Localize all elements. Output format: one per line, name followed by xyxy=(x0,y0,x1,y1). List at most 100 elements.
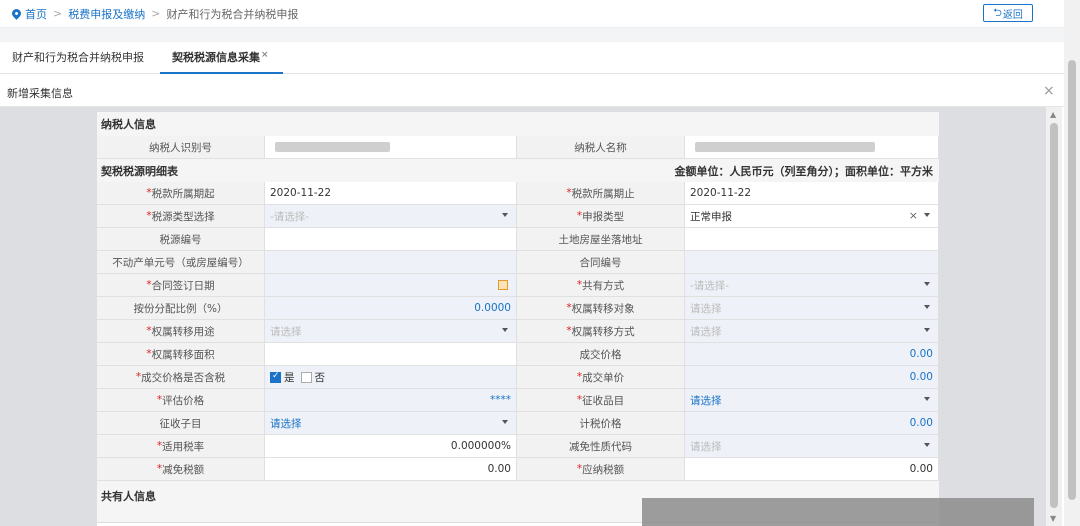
collection-form: 纳税人信息 纳税人识别号 纳税人名称 契税税源明细表 金额单位：人民币元（列至角… xyxy=(97,112,939,526)
ratio-input[interactable]: 0.0000 xyxy=(265,297,517,320)
transfer-obj-label: * 权属转移对象 xyxy=(517,297,685,320)
relief-code-select[interactable]: 请选择 xyxy=(685,435,939,458)
section-detail: 契税税源明细表 金额单位：人民币元（列至角分）；面积单位：平方米 xyxy=(97,159,939,183)
area-input[interactable] xyxy=(265,343,517,366)
breadcrumb: 首页 > 税费申报及缴纳 > 财产和行为税合并纳税申报 xyxy=(10,6,299,22)
unit-no-label: 不动产单元号（或房屋编号） xyxy=(97,251,265,274)
subitem-select[interactable]: 请选择 xyxy=(265,412,517,435)
scrollbar-thumb[interactable] xyxy=(1050,123,1058,508)
deal-price-input[interactable]: 0.00 xyxy=(685,343,939,366)
usage-select[interactable]: 请选择 xyxy=(265,320,517,343)
usage-label: * 权属转移用途 xyxy=(97,320,265,343)
relief-amt-field: 0.00 xyxy=(265,458,517,481)
payable-field: 0.00 xyxy=(685,458,939,481)
no-checkbox[interactable] xyxy=(300,371,312,383)
dialog-scrollbar[interactable]: ▲ ▼ xyxy=(1046,107,1062,526)
top-bar: 首页 > 税费申报及缴纳 > 财产和行为税合并纳税申报 xyxy=(0,0,1064,28)
decl-type-select[interactable]: 正常申报 × xyxy=(685,205,939,228)
form-row: * 权属转移用途 请选择 * 权属转移方式 请选择 xyxy=(97,320,939,343)
dropdown-arrow-icon xyxy=(502,420,508,424)
location-pin-icon xyxy=(10,7,23,20)
relief-code-label: 减免性质代码 xyxy=(517,435,685,458)
unit-price-input[interactable]: 0.00 xyxy=(685,366,939,389)
transfer-way-select[interactable]: 请选择 xyxy=(685,320,939,343)
taxpayer-name-label: 纳税人名称 xyxy=(517,136,685,159)
dialog-close-icon[interactable]: × xyxy=(1043,83,1055,99)
taxbase-label: 计税价格 xyxy=(517,412,685,435)
eval-input[interactable]: **** xyxy=(265,389,517,412)
form-row: 税源编号 土地房屋坐落地址 xyxy=(97,228,939,251)
form-row: 纳税人识别号 纳税人名称 xyxy=(97,136,939,159)
dropdown-arrow-icon xyxy=(502,213,508,217)
rate-field: 0.000000% xyxy=(265,435,517,458)
item-select[interactable]: 请选择 xyxy=(685,389,939,412)
breadcrumb-current: 财产和行为税合并纳税申报 xyxy=(166,7,299,21)
form-row: * 税款所属期起 2020-11-22 * 税款所属期止 2020-11-22 xyxy=(97,182,939,205)
header-gap xyxy=(0,28,1064,42)
dialog-header: 新增采集信息 × xyxy=(0,75,1064,107)
page-scrollbar[interactable] xyxy=(1064,0,1080,526)
form-row: * 评估价格 **** * 征收品目 请选择 xyxy=(97,389,939,412)
sign-date-input[interactable] xyxy=(265,274,517,297)
taxpayer-id-value xyxy=(265,136,517,159)
form-row: 不动产单元号（或房屋编号） 合同编号 xyxy=(97,251,939,274)
period-start-label: * 税款所属期起 xyxy=(97,182,265,205)
share-way-select[interactable]: -请选择- xyxy=(685,274,939,297)
source-no-label: 税源编号 xyxy=(97,228,265,251)
share-way-label: * 共有方式 xyxy=(517,274,685,297)
transfer-way-label: * 权属转移方式 xyxy=(517,320,685,343)
address-field xyxy=(685,228,939,251)
scroll-down-icon[interactable]: ▼ xyxy=(1050,514,1056,523)
tab-close-icon[interactable]: × xyxy=(261,50,269,60)
yes-label: 是 xyxy=(284,371,295,384)
breadcrumb-tax-declaration[interactable]: 税费申报及缴纳 xyxy=(68,6,145,22)
deal-price-label: 成交价格 xyxy=(517,343,685,366)
tab-deed-tax-collection[interactable]: 契税税源信息采集× xyxy=(160,42,283,74)
sign-date-label: * 合同签订日期 xyxy=(97,274,265,297)
dropdown-arrow-icon xyxy=(924,397,930,401)
period-start-field[interactable]: 2020-11-22 xyxy=(265,182,517,205)
address-label: 土地房屋坐落地址 xyxy=(517,228,685,251)
dropdown-arrow-icon xyxy=(924,328,930,332)
section-title: 共有人信息 xyxy=(101,490,156,503)
dialog-title: 新增采集信息 xyxy=(7,87,73,100)
unit-price-label: * 成交单价 xyxy=(517,366,685,389)
source-no-field xyxy=(265,228,517,251)
clear-icon[interactable]: × xyxy=(909,209,918,222)
taxpayer-name-value xyxy=(685,136,939,159)
tax-incl-field: 是 否 xyxy=(265,366,517,389)
breadcrumb-home[interactable]: 首页 xyxy=(25,6,47,22)
rate-label: * 适用税率 xyxy=(97,435,265,458)
overlay-panel xyxy=(642,498,1034,526)
redacted-value xyxy=(275,142,390,152)
redacted-value xyxy=(695,142,875,152)
source-type-select[interactable]: -请选择- xyxy=(265,205,517,228)
tab-combined-declaration[interactable]: 财产和行为税合并纳税申报 xyxy=(12,42,144,74)
unit-no-input[interactable] xyxy=(265,251,517,274)
scrollbar-thumb[interactable] xyxy=(1068,60,1076,500)
period-end-label: * 税款所属期止 xyxy=(517,182,685,205)
dialog-body: 纳税人信息 纳税人识别号 纳税人名称 契税税源明细表 金额单位：人民币元（列至角… xyxy=(0,107,1046,526)
section-taxpayer: 纳税人信息 xyxy=(97,112,939,136)
decl-type-label: * 申报类型 xyxy=(517,205,685,228)
tax-incl-label: * 成交价格是否含税 xyxy=(97,366,265,389)
dropdown-arrow-icon xyxy=(502,328,508,332)
breadcrumb-separator: > xyxy=(53,7,63,20)
form-row: * 减免税额 0.00 * 应纳税额 0.00 xyxy=(97,458,939,481)
no-label: 否 xyxy=(314,371,326,384)
form-row: * 权属转移面积 成交价格 0.00 xyxy=(97,343,939,366)
section-title: 契税税源明细表 xyxy=(101,165,178,178)
form-row: *成交价格是否含税 是 否 *成交单价 0.00 xyxy=(97,366,939,389)
calendar-icon[interactable] xyxy=(498,280,508,290)
dropdown-arrow-icon xyxy=(924,305,930,309)
area-label: * 权属转移面积 xyxy=(97,343,265,366)
scroll-up-icon[interactable]: ▲ xyxy=(1050,110,1056,119)
breadcrumb-separator: > xyxy=(151,7,161,20)
form-row: * 税源类型选择 -请选择- * 申报类型 正常申报 × xyxy=(97,205,939,228)
form-row: 按份分配比例（%） 0.0000 * 权属转移对象 请选择 xyxy=(97,297,939,320)
transfer-obj-select[interactable]: 请选择 xyxy=(685,297,939,320)
period-end-field[interactable]: 2020-11-22 xyxy=(685,182,939,205)
contract-no-input[interactable] xyxy=(685,251,939,274)
back-button[interactable]: ⮌ 返回 xyxy=(983,4,1033,22)
yes-checkbox[interactable] xyxy=(270,371,281,383)
